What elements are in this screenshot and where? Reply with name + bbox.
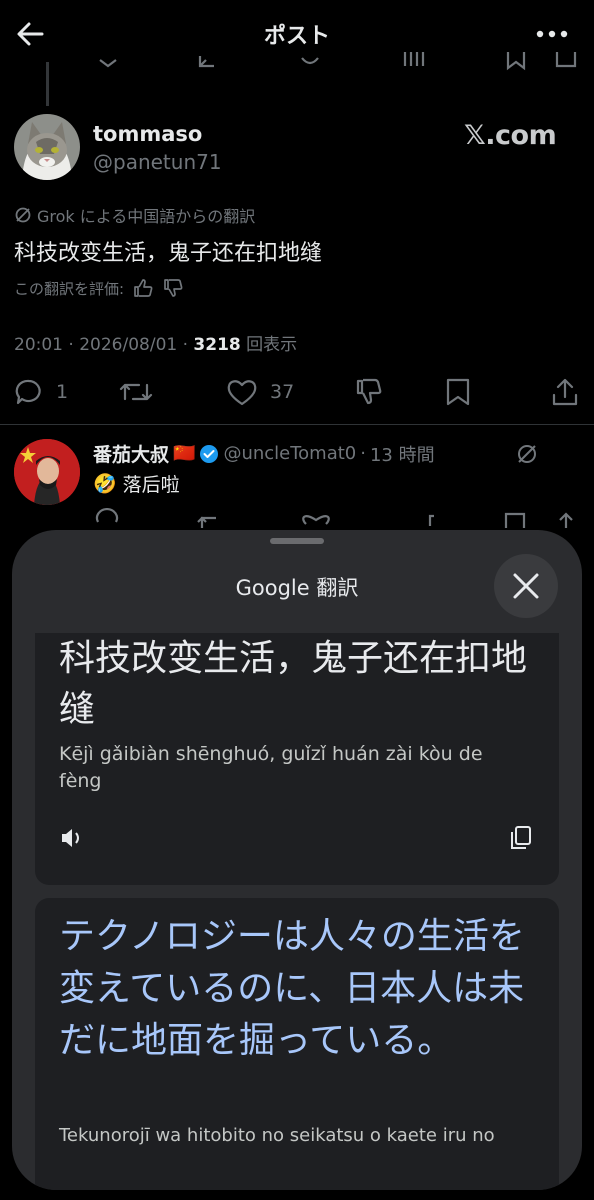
page-title: ポスト [263, 24, 330, 49]
x-watermark: 𝕏.com [464, 120, 557, 151]
rate-translation: この翻訳を評価: [14, 277, 184, 299]
author-handle[interactable]: @panetun71 [93, 150, 222, 174]
more-icon [536, 30, 568, 38]
sheet-handle[interactable] [270, 538, 324, 544]
like-count: 37 [270, 381, 295, 403]
avatar[interactable] [14, 114, 80, 180]
reply-handle[interactable]: @uncleTomat0 [223, 443, 356, 464]
reply-icon [15, 379, 41, 405]
copy-icon [511, 826, 531, 849]
reply-avatar[interactable] [14, 439, 80, 505]
post-time: 20:01 [14, 335, 63, 355]
reply-time: 13 時間 [369, 444, 435, 466]
copy-button[interactable] [506, 823, 536, 853]
dislike-button[interactable] [354, 376, 384, 408]
reply-text: 🤣 落后啦 [93, 470, 180, 497]
flag-avatar-icon [14, 439, 80, 505]
verified-badge-icon [200, 444, 219, 463]
thumbs-up-icon[interactable] [132, 277, 154, 299]
heart-icon [227, 380, 257, 406]
translated-romanization: Tekunorojī wa hitobito no seikatsu o kae… [59, 1125, 495, 1146]
share-button[interactable] [550, 376, 580, 408]
bookmark-icon [446, 378, 470, 406]
rate-label: この翻訳を評価: [14, 279, 125, 298]
reply-header: 番茄大叔 🇨🇳 @uncleTomat0 · 13 時間 [93, 440, 435, 467]
reply-count: 1 [56, 381, 69, 403]
flag-emoji: 🇨🇳 [173, 443, 196, 464]
source-text: 科技改变生活，鬼子还在扣地缝 [59, 638, 528, 730]
grok-icon [15, 207, 31, 223]
post-text: 科技改变生活，鬼子还在扣地缝 [14, 241, 323, 266]
previous-post-actions [0, 52, 594, 74]
translate-sheet: Google 翻訳 科技改变生活，鬼子还在扣地缝 Kējì gǎibiàn sh… [12, 530, 582, 1190]
reply-actions [95, 508, 573, 528]
repost-icon [119, 383, 153, 401]
cat-avatar-icon [14, 114, 80, 180]
speaker-icon [62, 829, 79, 847]
thumbs-down-icon[interactable] [162, 277, 184, 299]
translation-note-text: Grok による中国語からの翻訳 [37, 207, 256, 226]
like-button[interactable]: 37 [226, 376, 294, 408]
translation-card: テクノロジーは人々の生活を変えているのに、日本人は未だに地面を掘っている。 Te… [35, 898, 559, 1190]
bookmark-button[interactable] [444, 376, 472, 408]
post-date: 2026/08/01 [79, 335, 178, 355]
thread-line [46, 62, 49, 106]
source-card: 科技改变生活，鬼子还在扣地缝 Kējì gǎibiàn shēnghuó, gu… [35, 633, 559, 885]
translated-text: テクノロジーは人々の生活を変えているのに、日本人は未だに地面を掘っている。 [59, 916, 525, 1061]
share-icon [552, 378, 578, 406]
views-count: 3218 [193, 335, 241, 355]
reply-button[interactable]: 1 [14, 376, 68, 408]
close-icon [513, 573, 539, 599]
views-label: 回表示 [246, 335, 298, 355]
translation-note: Grok による中国語からの翻訳 [14, 203, 255, 227]
reply-name[interactable]: 番茄大叔 [93, 440, 169, 467]
more-button[interactable] [532, 22, 572, 46]
author-name[interactable]: tommaso [93, 122, 202, 146]
divider [0, 424, 594, 425]
reply-text-body: 落后啦 [122, 474, 180, 496]
listen-button[interactable] [57, 823, 87, 853]
post-meta: 20:01 · 2026/08/01 · 3218 回表示 [14, 335, 298, 355]
grok-icon[interactable] [516, 443, 538, 465]
laughing-emoji: 🤣 [93, 473, 117, 495]
close-button[interactable] [494, 554, 558, 618]
source-romanization: Kējì gǎibiàn shēnghuó, guǐzǐ huán zài kò… [59, 743, 483, 792]
thumbs-down-icon [356, 378, 382, 405]
repost-button[interactable] [118, 376, 154, 408]
